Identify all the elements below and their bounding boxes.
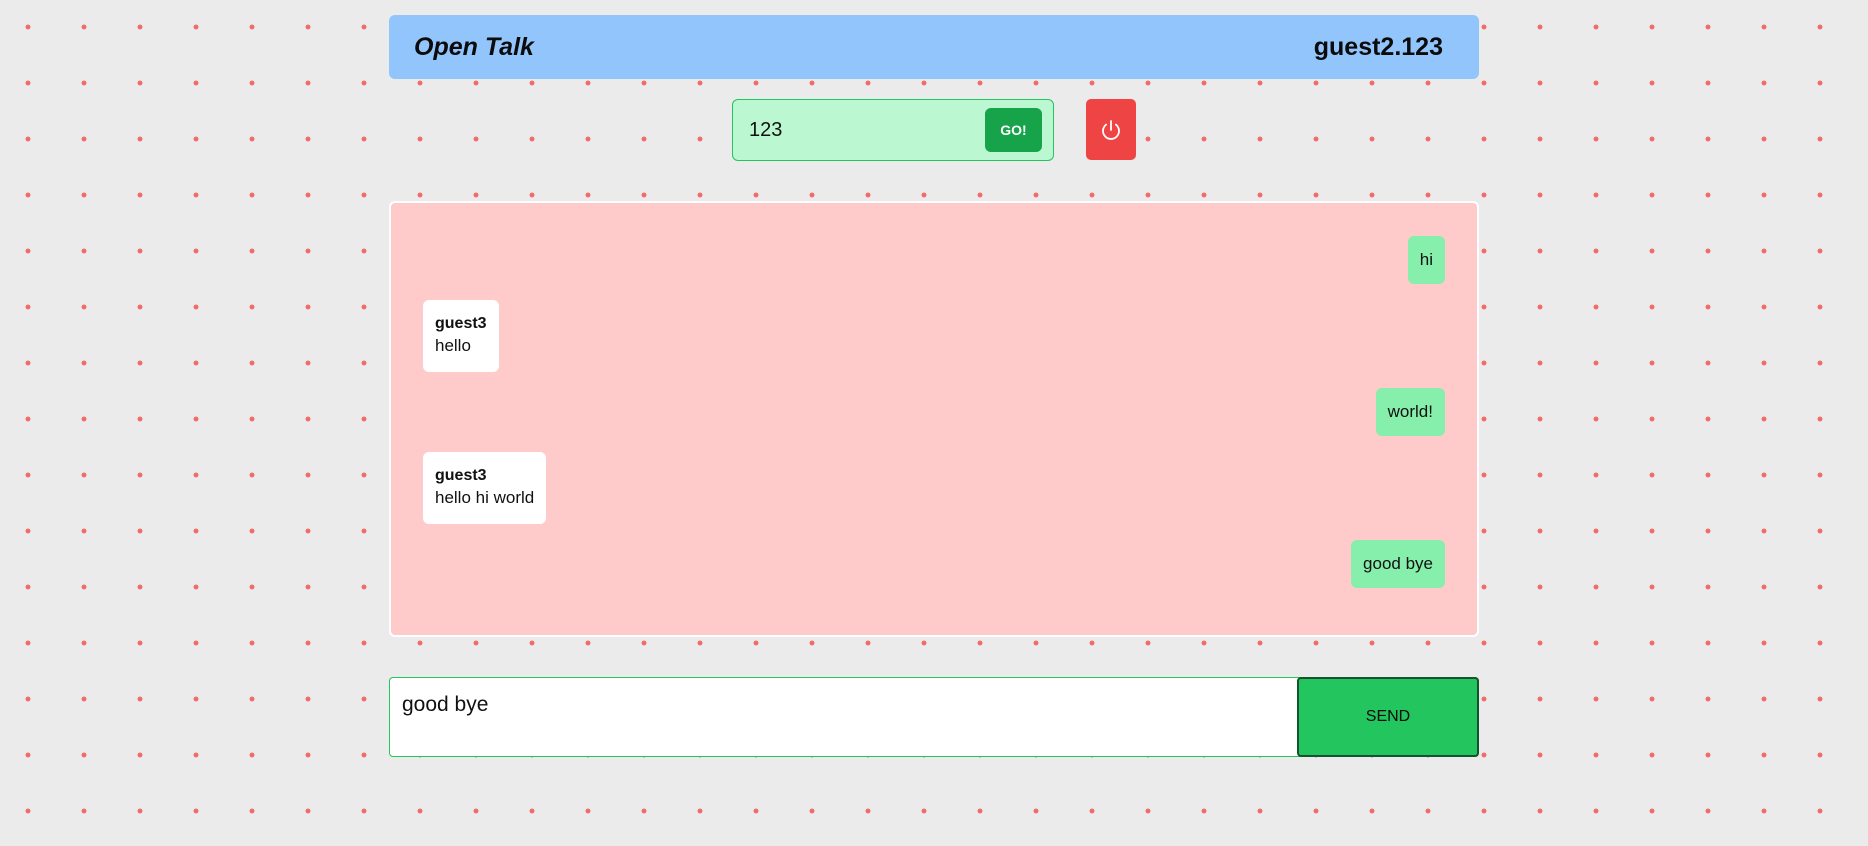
message-text: hi [1419,250,1433,269]
current-user-name: guest2.123 [1313,32,1443,61]
incoming-message: guest3 hello [423,300,499,372]
message-sender: guest3 [435,315,487,332]
app-title: Open Talk [414,32,534,61]
message-composer: SEND [389,677,1479,757]
own-message: good bye [1351,540,1445,588]
incoming-message: guest3 hello hi world [423,452,547,524]
room-input[interactable] [749,112,969,148]
message-sender: guest3 [435,467,487,484]
message-text: hello [435,336,471,355]
message-text: good bye [1363,554,1433,573]
power-icon [1102,119,1120,140]
app-header: Open Talk guest2.123 [389,15,1479,79]
own-message: world! [1375,388,1445,436]
message-input[interactable] [402,690,1282,720]
room-join-box: GO! [732,99,1054,161]
go-button[interactable]: GO! [985,108,1042,152]
chat-panel: hi guest3 hello world! guest3 hello hi w… [389,201,1479,637]
send-button[interactable]: SEND [1297,677,1479,757]
message-text: world! [1387,402,1433,421]
disconnect-button[interactable] [1086,99,1136,160]
own-message: hi [1407,236,1445,284]
message-text: hello hi world [435,488,535,507]
